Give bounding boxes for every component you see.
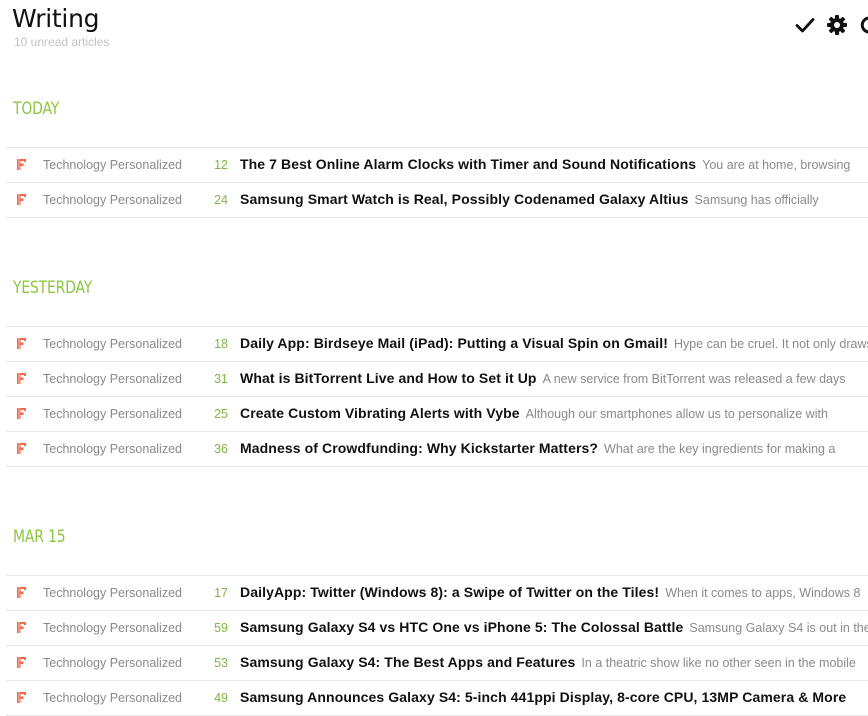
article-text: Madness of Crowdfunding: Why Kickstarter…: [240, 440, 868, 458]
article-title[interactable]: DailyApp: Twitter (Windows 8): a Swipe o…: [240, 584, 659, 600]
article-title[interactable]: What is BitTorrent Live and How to Set i…: [240, 370, 537, 386]
article-text: Samsung Galaxy S4 vs HTC One vs iPhone 5…: [240, 619, 868, 637]
article-snippet: A new service from BitTorrent was releas…: [542, 372, 846, 386]
feed-name: Technology Personalized: [43, 407, 182, 421]
article-title[interactable]: Samsung Galaxy S4: The Best Apps and Fea…: [240, 654, 575, 670]
unread-count: 10 unread articles: [14, 35, 110, 49]
section-heading: TODAY: [13, 99, 60, 119]
feed-name: Technology Personalized: [43, 442, 182, 456]
feed-icon: [16, 372, 28, 385]
feed-icon: [16, 691, 28, 704]
page-title: Writing: [12, 4, 100, 33]
feed-name: Technology Personalized: [43, 372, 182, 386]
article-row[interactable]: Technology Personalized 24 Samsung Smart…: [6, 183, 868, 218]
article-count: 31: [214, 372, 228, 386]
feed-icon: [16, 337, 28, 350]
article-count: 59: [214, 621, 228, 635]
article-title[interactable]: Samsung Announces Galaxy S4: 5-inch 441p…: [240, 689, 846, 705]
article-title[interactable]: Madness of Crowdfunding: Why Kickstarter…: [240, 440, 598, 456]
article-text: Daily App: Birdseye Mail (iPad): Putting…: [240, 335, 868, 353]
article-title[interactable]: Daily App: Birdseye Mail (iPad): Putting…: [240, 335, 668, 351]
feed-name: Technology Personalized: [43, 691, 182, 705]
article-row[interactable]: Technology Personalized 25 Create Custom…: [6, 397, 868, 432]
feed-icon: [16, 193, 28, 206]
feed-icon: [16, 656, 28, 669]
article-row[interactable]: Technology Personalized 53 Samsung Galax…: [6, 646, 868, 681]
feed-name: Technology Personalized: [43, 621, 182, 635]
article-list: Technology Personalized 12 The 7 Best On…: [6, 147, 868, 218]
article-count: 12: [214, 158, 228, 172]
article-row[interactable]: Technology Personalized 18 Daily App: Bi…: [6, 327, 868, 362]
feed-icon: [16, 407, 28, 420]
article-text: Samsung Galaxy S4: The Best Apps and Fea…: [240, 654, 868, 672]
section-heading: MAR 15: [13, 527, 66, 547]
article-count: 17: [214, 586, 228, 600]
article-row[interactable]: Technology Personalized 49 Samsung Annou…: [6, 681, 868, 716]
article-text: The 7 Best Online Alarm Clocks with Time…: [240, 156, 868, 174]
article-title[interactable]: Samsung Galaxy S4 vs HTC One vs iPhone 5…: [240, 619, 683, 635]
article-row[interactable]: Technology Personalized 17 DailyApp: Twi…: [6, 576, 868, 611]
article-list: Technology Personalized 18 Daily App: Bi…: [6, 326, 868, 467]
article-snippet: What are the key ingredients for making …: [604, 442, 836, 456]
article-snippet: You are at home, browsing: [702, 158, 851, 172]
feed-name: Technology Personalized: [43, 193, 182, 207]
article-title[interactable]: Create Custom Vibrating Alerts with Vybe: [240, 405, 520, 421]
article-snippet: Samsung has officially: [694, 193, 819, 207]
feed-name: Technology Personalized: [43, 586, 182, 600]
article-snippet: In a theatric show like no other seen in…: [581, 656, 856, 670]
section-heading: YESTERDAY: [13, 278, 93, 298]
article-count: 25: [214, 407, 228, 421]
header: Writing 10 unread articles: [12, 4, 109, 49]
article-list: Technology Personalized 17 DailyApp: Twi…: [6, 575, 868, 716]
article-count: 36: [214, 442, 228, 456]
article-snippet: Although our smartphones allow us to per…: [525, 407, 828, 421]
article-row[interactable]: Technology Personalized 31 What is BitTo…: [6, 362, 868, 397]
article-row[interactable]: Technology Personalized 12 The 7 Best On…: [6, 148, 868, 183]
feed-name: Technology Personalized: [43, 158, 182, 172]
refresh-icon[interactable]: [858, 14, 868, 36]
article-snippet: Samsung Galaxy S4 is out in the: [689, 621, 868, 635]
article-count: 24: [214, 193, 228, 207]
article-title[interactable]: The 7 Best Online Alarm Clocks with Time…: [240, 156, 696, 172]
article-count: 53: [214, 656, 228, 670]
toolbar: [794, 14, 868, 36]
feed-icon: [16, 158, 28, 171]
feed-name: Technology Personalized: [43, 337, 182, 351]
article-snippet: When it comes to apps, Windows 8: [665, 586, 861, 600]
article-text: What is BitTorrent Live and How to Set i…: [240, 370, 868, 388]
feed-icon: [16, 621, 28, 634]
article-row[interactable]: Technology Personalized 36 Madness of Cr…: [6, 432, 868, 467]
article-text: Samsung Smart Watch is Real, Possibly Co…: [240, 191, 868, 209]
article-text: Create Custom Vibrating Alerts with Vybe…: [240, 405, 868, 423]
article-title[interactable]: Samsung Smart Watch is Real, Possibly Co…: [240, 191, 689, 207]
article-snippet: Hype can be cruel. It not only draws: [674, 337, 868, 351]
article-text: DailyApp: Twitter (Windows 8): a Swipe o…: [240, 584, 868, 602]
article-count: 49: [214, 691, 228, 705]
feed-name: Technology Personalized: [43, 656, 182, 670]
checkmark-icon[interactable]: [794, 14, 816, 36]
article-row[interactable]: Technology Personalized 59 Samsung Galax…: [6, 611, 868, 646]
gear-icon[interactable]: [826, 14, 848, 36]
article-count: 18: [214, 337, 228, 351]
feed-icon: [16, 586, 28, 599]
article-text: Samsung Announces Galaxy S4: 5-inch 441p…: [240, 689, 868, 707]
feed-icon: [16, 442, 28, 455]
